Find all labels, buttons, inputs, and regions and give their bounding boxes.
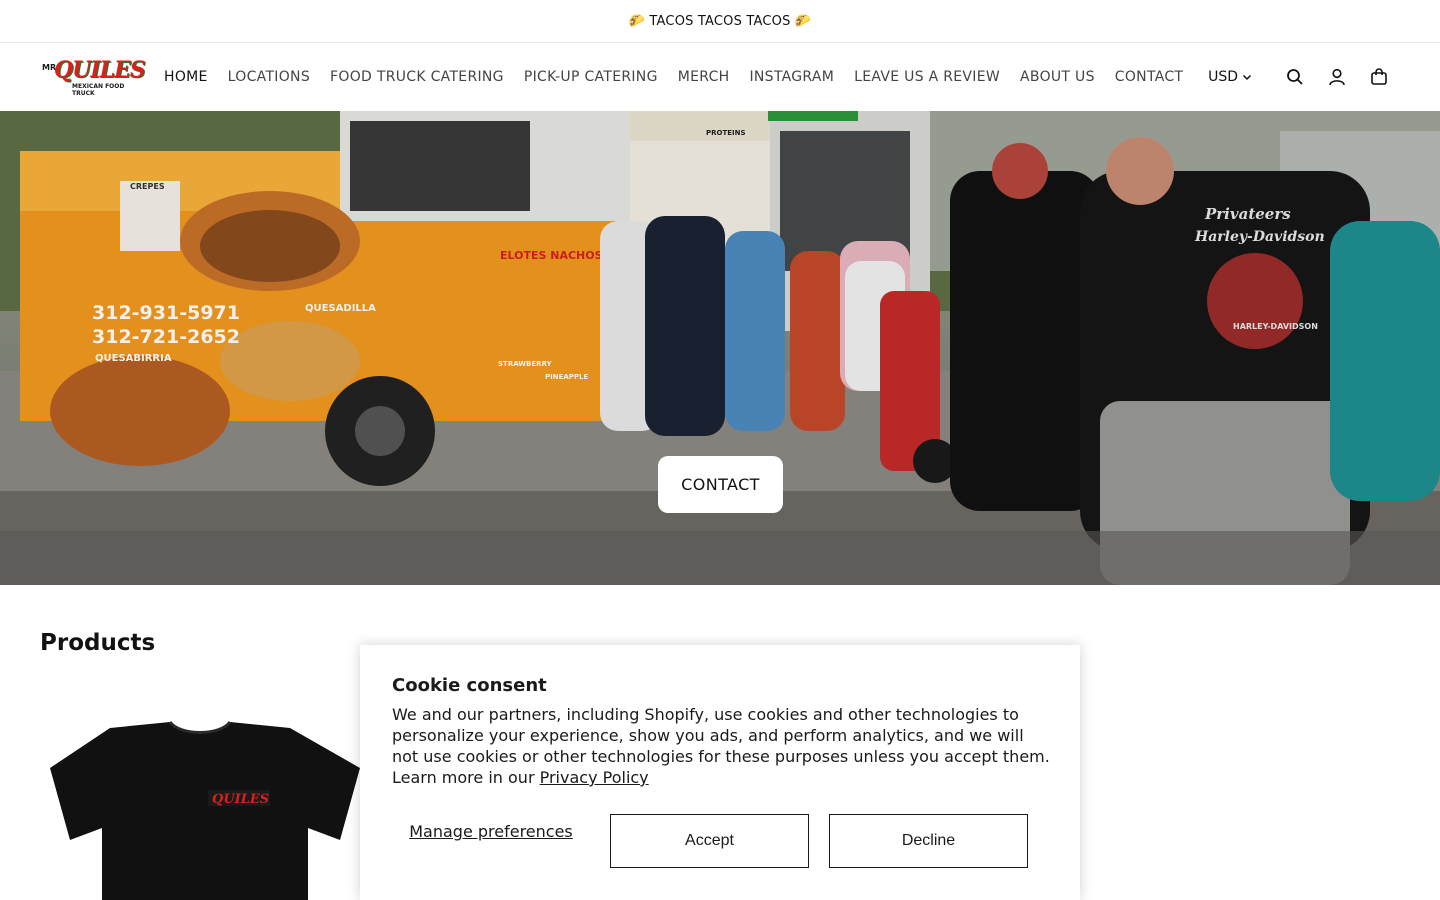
hero-banner: 312-931-5971 312-721-2652 QUESADILLA QUE… (0, 111, 1440, 585)
privacy-policy-link[interactable]: Privacy Policy (540, 768, 649, 787)
account-icon[interactable] (1316, 56, 1358, 98)
nav-home[interactable]: HOME (154, 69, 218, 85)
nav-pick-up-catering[interactable]: PICK-UP CATERING (514, 69, 668, 85)
nav-instagram[interactable]: INSTAGRAM (739, 69, 844, 85)
decline-button[interactable]: Decline (829, 814, 1028, 868)
nav-about-us[interactable]: ABOUT US (1010, 69, 1105, 85)
products-heading: Products (40, 630, 156, 656)
hero-overlay (0, 111, 1440, 585)
product-image-tshirt: QUILES (50, 720, 360, 900)
nav-merch[interactable]: MERCH (668, 69, 740, 85)
header-actions: USD (1208, 56, 1400, 98)
currency-label: USD (1208, 69, 1238, 85)
logo-tagline: MEXICAN FOOD TRUCK (72, 83, 125, 97)
manage-preferences-link[interactable]: Manage preferences (392, 822, 590, 841)
cookie-consent-dialog: Cookie consent We and our partners, incl… (360, 645, 1080, 900)
cookie-title: Cookie consent (392, 675, 547, 696)
cookie-body: We and our partners, including Shopify, … (392, 705, 1050, 787)
nav-contact[interactable]: CONTACT (1105, 69, 1194, 85)
cart-icon[interactable] (1358, 56, 1400, 98)
announcement-text: 🌮 TACOS TACOS TACOS 🌮 (628, 13, 812, 29)
cookie-text: We and our partners, including Shopify, … (392, 704, 1052, 788)
logo-name: QUILES (54, 57, 146, 83)
nav-locations[interactable]: LOCATIONS (218, 69, 320, 85)
currency-selector[interactable]: USD (1208, 69, 1252, 85)
site-header: MR QUILES MEXICAN FOOD TRUCK HOME LOCATI… (0, 43, 1440, 111)
product-card[interactable]: QUILES (40, 690, 370, 900)
announcement-bar: 🌮 TACOS TACOS TACOS 🌮 (0, 0, 1440, 43)
main-nav: HOME LOCATIONS FOOD TRUCK CATERING PICK-… (154, 69, 1193, 85)
site-logo[interactable]: MR QUILES MEXICAN FOOD TRUCK (40, 57, 146, 97)
nav-food-truck-catering[interactable]: FOOD TRUCK CATERING (320, 69, 514, 85)
cookie-actions: Manage preferences Accept Decline (392, 814, 1052, 868)
product-logo-text: QUILES (212, 792, 269, 807)
hero-contact-button[interactable]: CONTACT (658, 456, 783, 513)
search-icon[interactable] (1274, 56, 1316, 98)
chevron-down-icon (1242, 74, 1252, 81)
accept-button[interactable]: Accept (610, 814, 809, 868)
nav-leave-review[interactable]: LEAVE US A REVIEW (844, 69, 1010, 85)
